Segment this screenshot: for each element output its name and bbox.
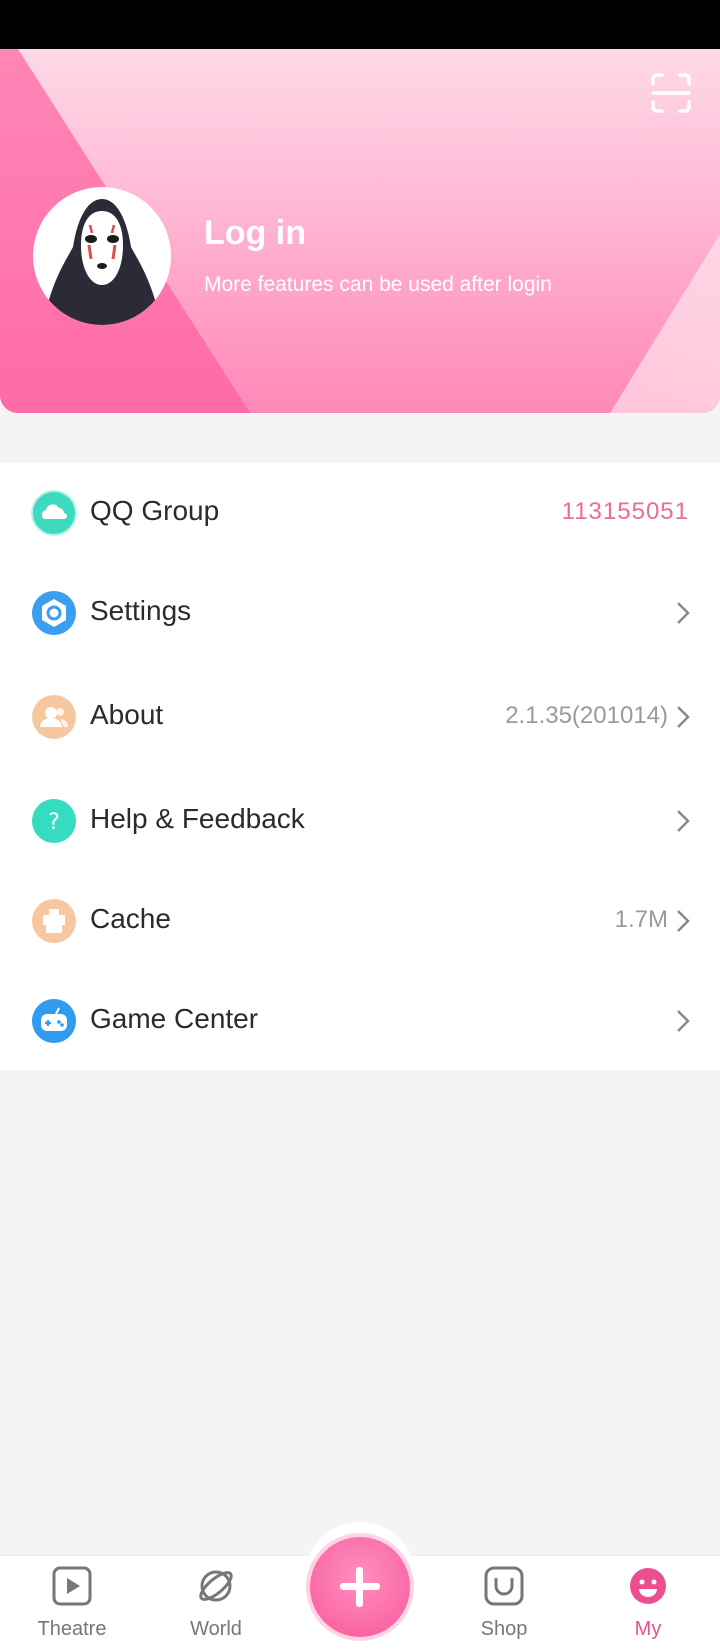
- qq-group-number: 113155051: [561, 498, 689, 525]
- tab-theatre[interactable]: Theatre: [12, 1556, 132, 1650]
- settings-menu: QQ Group 113155051 Settings About 2.1.35…: [0, 463, 720, 1070]
- login-subtitle: More features can be used after login: [204, 273, 552, 296]
- menu-item-about[interactable]: About 2.1.35(201014): [0, 667, 720, 767]
- tab-my[interactable]: My: [588, 1556, 708, 1650]
- qq-cloud-icon: [31, 490, 77, 536]
- create-plus-button[interactable]: [310, 1537, 410, 1637]
- menu-item-cache[interactable]: Cache 1.7M: [0, 871, 720, 971]
- menu-item-game-center[interactable]: Game Center: [0, 971, 720, 1071]
- menu-label-qq-group: QQ Group: [90, 495, 220, 526]
- login-title[interactable]: Log in: [204, 214, 306, 253]
- svg-text:?: ?: [48, 810, 60, 835]
- tab-label-shop: Shop: [480, 1618, 528, 1640]
- menu-label-cache: Cache: [90, 903, 171, 934]
- menu-label-help-feedback: Help & Feedback: [90, 803, 305, 834]
- question-icon: ?: [32, 799, 76, 843]
- avatar[interactable]: [33, 187, 171, 325]
- gamepad-icon: [32, 999, 76, 1043]
- chevron-right-icon: [677, 706, 690, 728]
- chevron-right-icon: [677, 1010, 690, 1032]
- menu-item-help-feedback[interactable]: ? Help & Feedback: [0, 771, 720, 871]
- bag-icon: [484, 1566, 524, 1606]
- people-icon: [32, 695, 76, 739]
- smiley-icon: [630, 1568, 666, 1604]
- tab-label-my: My: [634, 1618, 662, 1640]
- scan-icon[interactable]: [650, 72, 692, 114]
- cache-icon: [32, 899, 76, 943]
- menu-label-settings: Settings: [90, 595, 192, 626]
- menu-label-game-center: Game Center: [90, 1003, 259, 1034]
- no-face-mask-avatar-icon: [43, 199, 161, 325]
- play-icon: [52, 1566, 92, 1606]
- status-bar: [0, 0, 720, 49]
- menu-item-qq-group[interactable]: QQ Group 113155051: [0, 463, 720, 563]
- chevron-right-icon: [677, 810, 690, 832]
- tab-shop[interactable]: Shop: [444, 1556, 564, 1650]
- chevron-right-icon: [677, 602, 690, 624]
- menu-label-about: About: [90, 699, 164, 730]
- planet-icon: [199, 1570, 233, 1602]
- tab-world[interactable]: World: [156, 1556, 276, 1650]
- settings-ring-icon: [32, 591, 76, 635]
- menu-item-settings[interactable]: Settings: [0, 563, 720, 663]
- tab-label-world: World: [190, 1618, 242, 1640]
- cache-size: 1.7M: [614, 906, 668, 933]
- app-version: 2.1.35(201014): [505, 702, 668, 729]
- chevron-right-icon: [677, 910, 690, 932]
- tab-label-theatre: Theatre: [37, 1618, 107, 1640]
